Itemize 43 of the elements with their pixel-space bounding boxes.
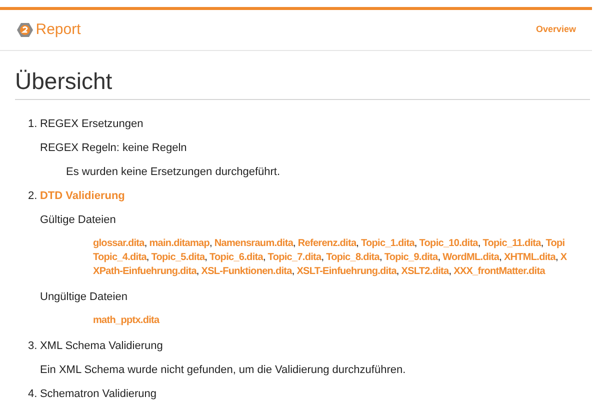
file-link[interactable]: Topi bbox=[546, 238, 565, 250]
message-text: Ein XML Schema wurde nicht gefunden, um die Validierung durchzuführen. bbox=[39, 363, 407, 378]
nav-link[interactable]: Overview bbox=[536, 23, 576, 37]
file-link[interactable]: math_pptx.dita bbox=[93, 315, 160, 326]
file-link[interactable]: XHTML.dita bbox=[504, 252, 556, 264]
file-link[interactable]: XXX_frontMatter.dita bbox=[454, 266, 545, 278]
section-title: XML Schema Validierung bbox=[40, 339, 163, 354]
file-link[interactable]: Referenz.dita bbox=[298, 238, 356, 250]
subsection-heading: REGEX Regeln: keine Regeln bbox=[39, 141, 188, 156]
section-link[interactable]: DTD Validierung bbox=[40, 184, 125, 208]
file-link[interactable]: XPath-Einfuehrung.dita bbox=[93, 266, 196, 278]
file-list-line: glossar.dita, main.ditamap, Namensraum.dita, Referenz.dita, Topic_1.dita, Topic_10.dita, Topic_11.dita, Topi bbox=[93, 237, 566, 252]
file-list-line: Topic_4.dita, Topic_5.dita, Topic_6.dita, Topic_7.dita, Topic_8.dita, Topic_9.dita, WordML.dita, XHTML.dita, X bbox=[93, 251, 568, 266]
file-link[interactable]: Topic_7.dita bbox=[268, 252, 322, 264]
file-link[interactable]: X bbox=[560, 252, 567, 264]
subsection-heading: Gültige Dateien bbox=[39, 213, 117, 228]
section-title: REGEX Ersetzungen bbox=[40, 117, 144, 132]
section-title: Schematron Validierung bbox=[40, 387, 157, 401]
file-link[interactable]: Topic_5.dita bbox=[151, 252, 205, 264]
file-link[interactable]: WordML.dita bbox=[442, 252, 500, 264]
section-number: 2. bbox=[28, 189, 38, 204]
file-link[interactable]: XSL-Funktionen.dita bbox=[201, 266, 292, 278]
logo-icon bbox=[17, 23, 33, 37]
file-link[interactable]: main.ditamap bbox=[149, 238, 210, 250]
file-link[interactable]: Namensraum.dita bbox=[214, 238, 294, 250]
file-link[interactable]: Topic_8.dita bbox=[326, 252, 380, 264]
file-link[interactable]: Topic_9.dita bbox=[384, 252, 438, 264]
logo-text: Report bbox=[36, 20, 81, 40]
section-number: 1. bbox=[28, 117, 38, 132]
file-link[interactable]: Topic_4.dita bbox=[93, 252, 146, 264]
file-link[interactable]: Topic_10.dita bbox=[419, 238, 478, 250]
file-link[interactable]: Topic_11.dita bbox=[482, 238, 541, 250]
file-link[interactable]: XSLT-Einfuehrung.dita bbox=[296, 266, 396, 278]
subsection-heading: Ungültige Dateien bbox=[39, 290, 128, 306]
section-number: 3. bbox=[28, 339, 38, 354]
section-number: 4. bbox=[28, 387, 38, 401]
file-link[interactable]: XSLT2.dita bbox=[401, 266, 449, 278]
file-link[interactable]: Topic_1.dita bbox=[361, 238, 414, 250]
file-link[interactable]: Topic_6.dita bbox=[210, 252, 263, 264]
file-list-line: XPath-Einfuehrung.dita, XSL-Funktionen.dita, XSLT-Einfuehrung.dita, XSLT2.dita, XXX_frontMatter.dita bbox=[93, 265, 546, 280]
page-title: Übersicht bbox=[15, 69, 590, 100]
message-text: Es wurden keine Ersetzungen durchgeführt. bbox=[65, 165, 282, 180]
file-link[interactable]: glossar.dita bbox=[93, 238, 144, 250]
